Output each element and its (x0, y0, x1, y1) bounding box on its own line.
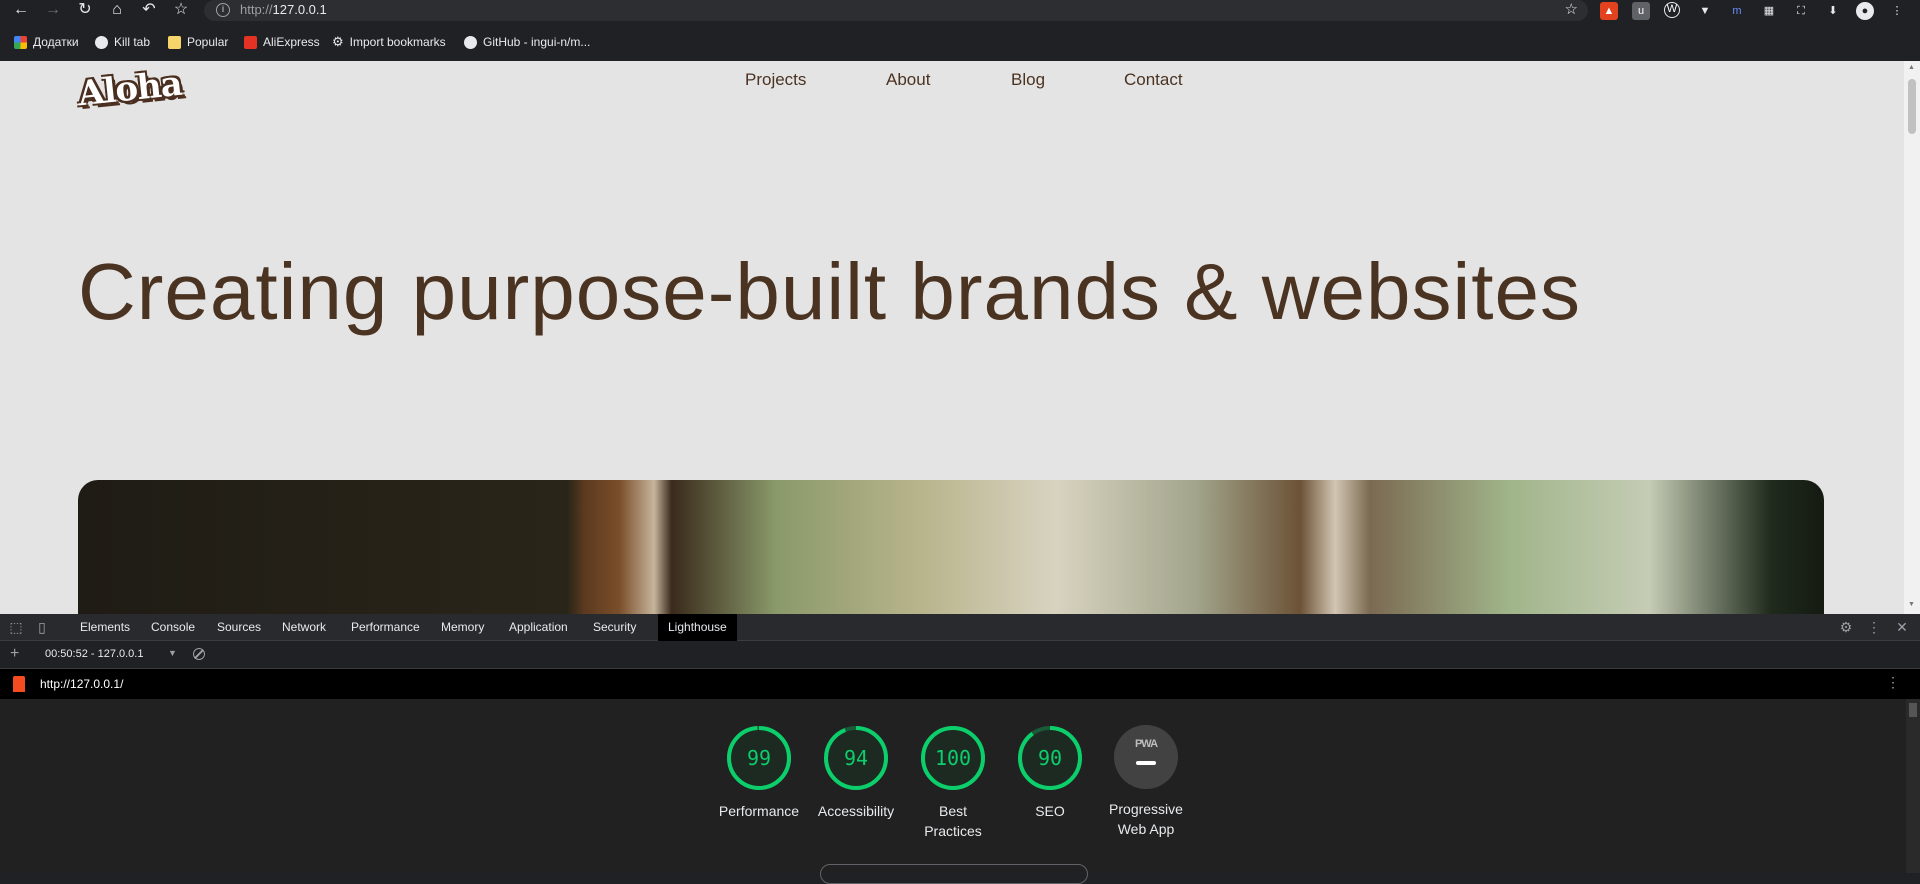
gear-icon: ⚙ (332, 34, 344, 49)
reload-icon[interactable]: ↻ (72, 0, 98, 22)
score-label: Best Practices (924, 803, 982, 839)
score-gauge-performance[interactable]: 99 Performance (711, 725, 807, 821)
score-value: 90 (1037, 746, 1063, 770)
lighthouse-toolbar: + 00:50:52 - 127.0.0.1 ▼ (0, 641, 1920, 669)
address-bar[interactable]: i http://127.0.0.1 ☆ (204, 0, 1588, 21)
pwa-badge: PWA (1114, 725, 1178, 789)
report-menu-icon[interactable]: ⋮ (1886, 674, 1900, 691)
tab-sources[interactable]: Sources (207, 614, 271, 641)
address-url: http://127.0.0.1 (240, 2, 327, 17)
page-scrollbar[interactable]: ▲ ▼ (1904, 61, 1920, 614)
apps-grid-icon (14, 35, 27, 49)
bookmarks-bar: Додатки Kill tab Popular AliExpress ⚙ Im… (0, 28, 1920, 55)
pwa-badge-text: PWA (1134, 738, 1158, 750)
clear-reports-icon[interactable] (193, 648, 205, 660)
tab-security[interactable]: Security (583, 614, 646, 641)
hero-title: Creating purpose-built brands & websites (78, 247, 1582, 336)
nav-link-blog[interactable]: Blog (1011, 70, 1045, 90)
crop-extension-icon[interactable]: ⛶ (1792, 2, 1810, 20)
score-value: 99 (746, 746, 772, 770)
bookmark-aliexpress[interactable]: AliExpress (244, 32, 320, 52)
hero-image (78, 480, 1824, 614)
bookmark-github[interactable]: GitHub - ingui-n/m... (464, 32, 590, 52)
tab-memory[interactable]: Memory (431, 614, 494, 641)
nav-link-projects[interactable]: Projects (745, 70, 806, 90)
browser-toolbar: ← → ↻ ⌂ ↶ ☆ i http://127.0.0.1 ☆ ▲ u W ▼… (0, 0, 1920, 22)
tab-performance[interactable]: Performance (341, 614, 430, 641)
score-value: 100 (934, 746, 972, 770)
devtools-close-icon[interactable]: ✕ (1895, 620, 1909, 634)
wappalyzer-extension-icon[interactable]: W (1664, 2, 1680, 18)
score-gauge-best-practices[interactable]: 100 Best Practices (905, 725, 1001, 841)
score-label: SEO (1035, 803, 1065, 819)
ublock-extension-icon[interactable]: u (1632, 2, 1650, 20)
globe-icon (95, 35, 108, 49)
device-toolbar-icon[interactable]: ▯ (35, 620, 49, 634)
bookmark-label: AliExpress (263, 35, 320, 49)
home-icon[interactable]: ⌂ (104, 0, 130, 22)
devtools-menu-icon[interactable]: ⋮ (1867, 620, 1881, 634)
forward-icon[interactable]: → (40, 0, 66, 22)
site-logo[interactable]: Aloha (76, 64, 183, 115)
lighthouse-extension-icon[interactable]: ▲ (1600, 2, 1618, 20)
star-icon[interactable]: ☆ (168, 0, 194, 22)
github-icon (464, 35, 477, 49)
devtools-panel: ⬚ ▯ Elements Console Sources Network Per… (0, 614, 1920, 884)
menu-kebab-icon[interactable]: ⋮ (1888, 2, 1906, 20)
bookmark-label: Popular (187, 35, 229, 49)
info-icon[interactable]: i (216, 3, 230, 17)
score-gauge-seo[interactable]: 90 SEO (1002, 725, 1098, 821)
chevron-down-icon[interactable]: ▼ (168, 648, 177, 658)
metamask-extension-icon[interactable]: m (1728, 2, 1746, 20)
download-icon[interactable]: ⬇ (1824, 2, 1842, 20)
page-viewport: Aloha Projects About Blog Contact Creati… (0, 61, 1920, 614)
score-label: Accessibility (817, 803, 895, 819)
report-section-pill (820, 864, 1088, 884)
aliexpress-icon (244, 35, 257, 49)
nav-link-about[interactable]: About (886, 70, 930, 90)
score-gauge-pwa[interactable]: PWA Progressive Web App (1098, 725, 1194, 839)
tab-elements[interactable]: Elements (70, 614, 140, 641)
scrollbar-thumb[interactable] (1908, 79, 1916, 134)
bookmark-label: Додатки (33, 35, 79, 49)
tab-application[interactable]: Application (499, 614, 578, 641)
profile-avatar-icon[interactable]: ● (1856, 2, 1874, 20)
scroll-up-icon[interactable]: ▲ (1908, 64, 1915, 71)
score-label: Progressive Web App (1109, 801, 1183, 837)
tab-network[interactable]: Network (272, 614, 336, 641)
bookmark-star-icon[interactable]: ☆ (1565, 0, 1578, 20)
grid-extension-icon[interactable]: ▦ (1760, 2, 1778, 20)
bookmark-apps[interactable]: Додатки (14, 32, 79, 52)
nav-link-contact[interactable]: Contact (1124, 70, 1183, 90)
folder-icon (168, 35, 181, 49)
undo-icon[interactable]: ↶ (136, 0, 162, 22)
bookmark-label: Import bookmarks (349, 35, 446, 49)
bookmark-popular[interactable]: Popular (168, 32, 228, 52)
back-icon[interactable]: ← (8, 0, 34, 22)
vue-devtools-extension-icon[interactable]: ▼ (1696, 2, 1714, 20)
bookmark-label: Kill tab (114, 35, 151, 49)
lighthouse-report-header: http://127.0.0.1/ ⋮ (0, 669, 1920, 699)
lighthouse-report: 99 Performance 94 Accessibility 100 Best… (0, 699, 1920, 884)
devtools-settings-icon[interactable]: ⚙ (1839, 620, 1853, 634)
score-gauge-accessibility[interactable]: 94 Accessibility (808, 725, 904, 821)
bookmark-import[interactable]: ⚙ Import bookmarks (332, 32, 446, 52)
tab-console[interactable]: Console (141, 614, 205, 641)
report-select[interactable]: 00:50:52 - 127.0.0.1 (45, 648, 143, 660)
devtools-tab-bar: ⬚ ▯ Elements Console Sources Network Per… (0, 614, 1920, 641)
score-value: 94 (843, 746, 869, 770)
score-label: Performance (718, 803, 800, 819)
pwa-dash-icon (1136, 761, 1156, 765)
inspect-element-icon[interactable]: ⬚ (9, 620, 23, 634)
tab-lighthouse[interactable]: Lighthouse (658, 614, 737, 641)
report-scrollbar-thumb[interactable] (1909, 703, 1917, 717)
new-report-icon[interactable]: + (10, 645, 19, 663)
report-url[interactable]: http://127.0.0.1/ (40, 677, 123, 691)
report-scrollbar[interactable] (1906, 699, 1920, 873)
lighthouse-icon (13, 676, 25, 692)
scroll-down-icon[interactable]: ▼ (1908, 601, 1915, 608)
bookmark-kill-tab[interactable]: Kill tab (95, 32, 150, 52)
bookmark-label: GitHub - ingui-n/m... (483, 35, 591, 49)
